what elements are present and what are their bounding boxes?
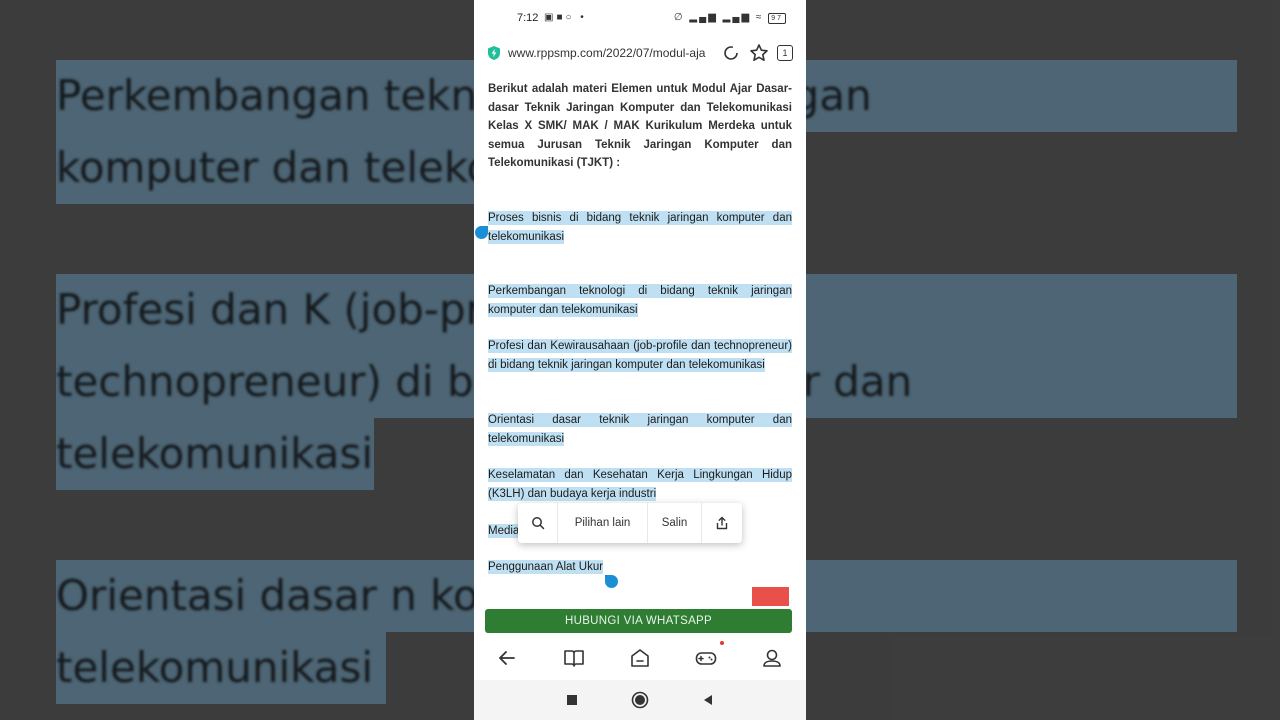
phone-screen: 7:12 ▣■○ • ∅ ▂▄▆ ▂▄▆ ≈ 97 www.rppsmp.com… <box>474 0 806 720</box>
more-options-button[interactable]: Pilihan lain <box>558 503 648 543</box>
selected-text: Perkembangan teknologi di bidang teknik … <box>488 284 792 317</box>
home-icon[interactable] <box>628 646 652 670</box>
star-icon[interactable] <box>749 43 769 63</box>
selection-end-handle[interactable] <box>605 575 618 588</box>
search-button[interactable] <box>518 503 558 543</box>
book-icon[interactable] <box>562 646 586 670</box>
selection-start-handle[interactable] <box>475 226 488 239</box>
system-navigation-bar <box>474 680 806 720</box>
browser-bottom-nav <box>474 640 806 676</box>
url-text[interactable]: www.rppsmp.com/2022/07/modul-aja <box>508 46 718 60</box>
system-status-icons: ∅ ▂▄▆ ▂▄▆ ≈ 97 <box>674 12 786 24</box>
article-content: Berikut adalah materi Elemen untuk Modul… <box>474 72 806 606</box>
gamepad-icon[interactable] <box>694 646 718 670</box>
tab-count-button[interactable]: 1 <box>777 45 793 61</box>
battery-icon: 97 <box>768 13 786 24</box>
list-item: Keselamatan dan Kesehatan Kerja Lingkung… <box>488 466 792 503</box>
profile-icon[interactable] <box>760 646 784 670</box>
reload-icon[interactable] <box>723 45 739 61</box>
list-item: Perkembangan teknologi di bidang teknik … <box>488 282 792 319</box>
text-selection-menu: Pilihan lain Salin <box>518 503 742 543</box>
back-arrow-icon[interactable] <box>495 646 519 670</box>
selected-text: Profesi dan Kewirausahaan (job-profile d… <box>488 339 792 372</box>
notification-icons: ▣■○ • <box>544 12 587 23</box>
list-item: Penggunaan Alat Ukur <box>488 558 792 577</box>
recents-icon[interactable] <box>565 693 579 707</box>
home-button-icon[interactable] <box>631 691 649 709</box>
copy-button[interactable]: Salin <box>648 503 702 543</box>
list-item: Orientasi dasar teknik jaringan komputer… <box>488 411 792 448</box>
shield-bolt-icon <box>488 46 500 60</box>
search-icon <box>531 517 544 530</box>
scroll-top-button[interactable] <box>752 587 789 606</box>
list-item: Profesi dan Kewirausahaan (job-profile d… <box>488 337 792 374</box>
share-button[interactable] <box>702 503 742 543</box>
article-intro: Berikut adalah materi Elemen untuk Modul… <box>488 83 792 169</box>
selected-text: Media <box>488 524 520 538</box>
whatsapp-contact-button[interactable]: HUBUNGI VIA WHATSAPP <box>485 609 792 633</box>
list-item: Proses bisnis di bidang teknik jaringan … <box>488 209 792 246</box>
signal-icon: ▂▄▆ <box>689 12 718 23</box>
mute-icon: ∅ <box>673 12 685 23</box>
status-bar: 7:12 ▣■○ • ∅ ▂▄▆ ▂▄▆ ≈ 97 <box>474 0 806 36</box>
selected-text: Penggunaan Alat Ukur <box>488 560 604 574</box>
system-back-icon[interactable] <box>701 693 715 707</box>
selected-text: Orientasi dasar teknik jaringan komputer… <box>488 413 792 446</box>
notification-dot <box>720 641 724 645</box>
share-icon <box>716 516 728 530</box>
status-time: 7:12 <box>517 12 539 24</box>
selected-text: Keselamatan dan Kesehatan Kerja Lingkung… <box>488 468 792 501</box>
browser-url-bar[interactable]: www.rppsmp.com/2022/07/modul-aja 1 <box>474 36 806 72</box>
wifi-icon: ≈ <box>755 12 764 23</box>
selected-text: Proses bisnis di bidang teknik jaringan … <box>488 211 792 244</box>
signal-icon: ▂▄▆ <box>722 12 752 23</box>
